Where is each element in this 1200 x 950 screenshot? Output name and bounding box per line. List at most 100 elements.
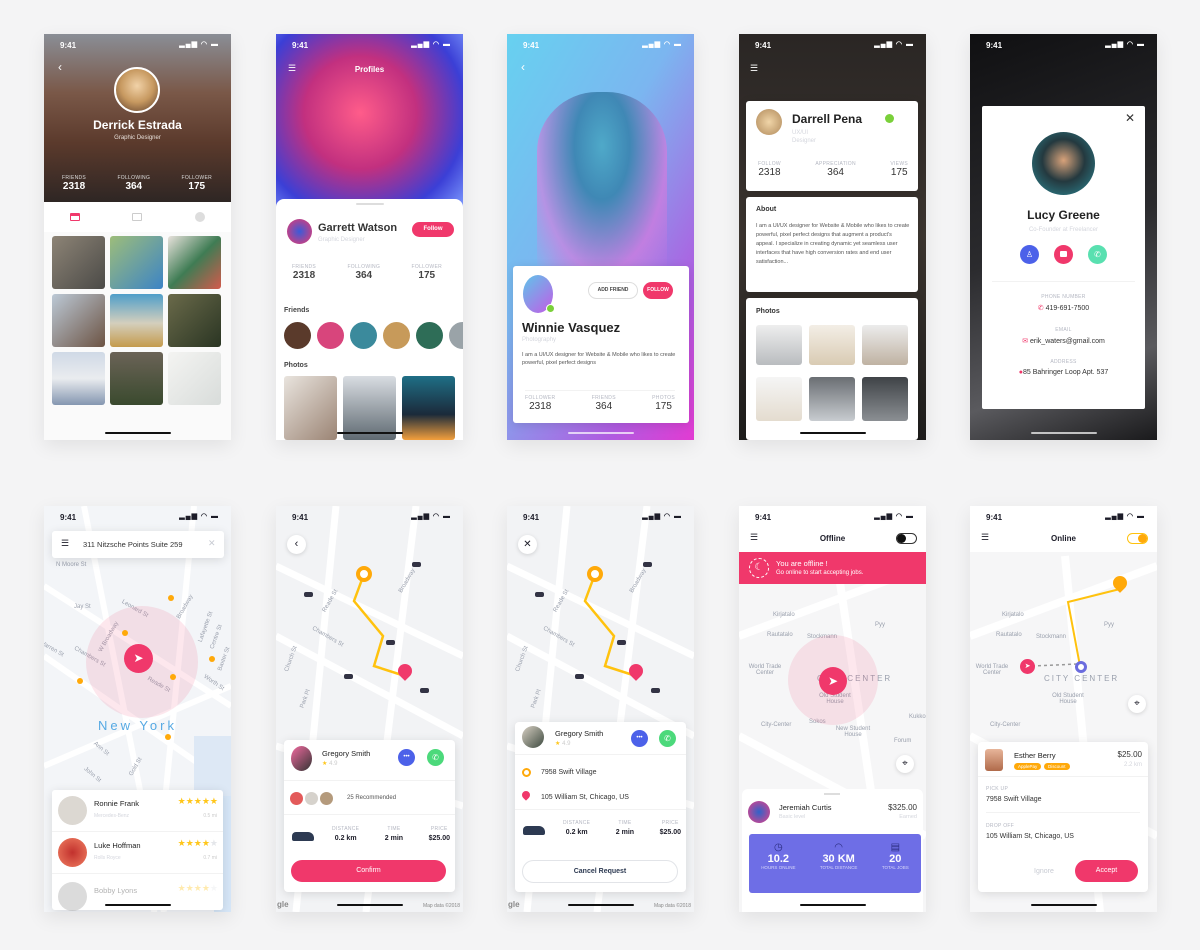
chat-button[interactable]: ••• — [398, 749, 415, 766]
back-button[interactable]: ‹ — [287, 535, 306, 554]
menu-icon[interactable]: ☰ — [61, 538, 69, 549]
photo[interactable] — [168, 294, 221, 347]
call-button[interactable]: ✆ — [427, 749, 444, 766]
navigation-arrow-icon[interactable]: ➤ — [124, 644, 153, 673]
driver-row[interactable]: Ronnie Frank Mercedes-Benz ★★★★★ 0.5 mi — [52, 790, 223, 832]
menu-icon[interactable]: ☰ — [750, 63, 758, 74]
pickup-marker[interactable] — [587, 566, 603, 582]
search-input[interactable]: 311 Nitzsche Points Suite 259 — [83, 540, 183, 549]
stat-value: 175 — [188, 181, 206, 192]
pickup-marker[interactable] — [356, 566, 372, 582]
photo[interactable] — [809, 377, 855, 421]
photo[interactable] — [110, 236, 163, 289]
google-logo: gle — [508, 900, 520, 909]
map-label: World Trade Center — [975, 664, 1009, 676]
photo[interactable] — [756, 377, 802, 421]
friend-avatar[interactable] — [383, 322, 410, 349]
photo[interactable] — [168, 236, 221, 289]
image-icon[interactable] — [132, 213, 143, 221]
photo[interactable] — [110, 352, 163, 405]
about-card: About I am a UI/UX designer for Website … — [746, 197, 918, 292]
calendar-icon[interactable] — [70, 213, 81, 221]
profile-name: Derrick Estrada — [93, 118, 182, 132]
play-icon[interactable] — [194, 212, 205, 222]
dropoff-address[interactable]: 105 William St, Chicago, US — [541, 794, 629, 801]
driver-marker[interactable] — [209, 656, 215, 662]
chat-button[interactable]: ••• — [631, 730, 648, 747]
ride-card: Gregory Smith ★ 4.9 ••• ✆ 7958 Swift Vil… — [515, 722, 686, 892]
photo[interactable] — [284, 376, 337, 440]
city-label: New York — [98, 718, 177, 733]
stat-value: 175 — [890, 167, 908, 178]
accept-button[interactable]: Accept — [1075, 860, 1138, 882]
screen-profile-darrell: 9:41 ▂▄▆ ◠ ▬ ☰ Darrell Pena UX/UI Designe… — [739, 34, 926, 440]
friend-avatar[interactable] — [284, 322, 311, 349]
close-icon[interactable]: ✕ — [1125, 111, 1135, 125]
recommender-avatar — [305, 792, 318, 805]
sheet-handle[interactable] — [356, 203, 384, 205]
photo[interactable] — [343, 376, 396, 440]
friend-avatar[interactable] — [416, 322, 443, 349]
pickup-address[interactable]: 7958 Swift Village — [541, 769, 597, 776]
stat-value: $25.00 — [659, 829, 681, 836]
call-button[interactable]: ✆ — [1088, 245, 1107, 264]
ignore-button[interactable]: Ignore — [1034, 868, 1054, 875]
photo[interactable] — [862, 377, 908, 421]
back-icon[interactable]: ‹ — [521, 60, 525, 74]
friend-avatar[interactable] — [317, 322, 344, 349]
earnings-sheet: Jeremiah Curtis Basic level $325.00 Earn… — [742, 789, 923, 912]
home-indicator — [104, 432, 171, 434]
photo[interactable] — [168, 352, 221, 405]
rider-marker[interactable]: ➤ — [1020, 659, 1035, 674]
locate-me-button[interactable]: ⌖ — [1128, 695, 1146, 713]
online-toggle[interactable] — [1127, 533, 1148, 544]
stats-row: FRIENDS 2318 FOLLOWING 364 FOLLOWER 175 — [292, 264, 442, 281]
photo[interactable] — [862, 325, 908, 365]
locate-me-button[interactable]: ⌖ — [896, 755, 914, 773]
recommender-avatar — [290, 792, 303, 805]
address-value[interactable]: ●85 Bahringer Loop Apt. 537 — [982, 369, 1145, 376]
close-button[interactable]: ✕ — [518, 535, 537, 554]
stat-follower: FOLLOWER 175 — [182, 175, 212, 192]
sheet-handle[interactable] — [824, 793, 840, 795]
phone-value[interactable]: ✆ 419-691-7500 — [982, 304, 1145, 312]
message-button[interactable] — [1054, 245, 1073, 264]
driver-marker[interactable] — [170, 674, 176, 680]
stat-label: DISTANCE — [563, 820, 591, 826]
online-toggle[interactable] — [896, 533, 917, 544]
cancel-request-button[interactable]: Cancel Request — [522, 860, 678, 883]
back-icon[interactable]: ‹ — [58, 60, 62, 74]
add-contact-button[interactable]: ♙ — [1020, 245, 1039, 264]
email-value[interactable]: ✉ erik_waters@gmail.com — [982, 337, 1145, 345]
stats-row: FOLLOW 2318 APPRECIATION 364 VIEWS 175 — [758, 161, 908, 178]
driver-marker[interactable] — [77, 678, 83, 684]
driver-marker[interactable] — [122, 630, 128, 636]
driver-marker[interactable] — [168, 595, 174, 601]
photo[interactable] — [809, 325, 855, 365]
driver-row[interactable]: Luke Hoffman Rolls Royce ★★★★★ 0.7 mi — [52, 832, 223, 874]
driver-marker[interactable] — [165, 734, 171, 740]
portrait-photo — [537, 92, 667, 272]
photo[interactable] — [52, 294, 105, 347]
photo[interactable] — [110, 294, 163, 347]
follow-button[interactable]: Follow — [412, 222, 454, 237]
photo[interactable] — [756, 325, 802, 365]
speedometer-icon: ◠ — [834, 842, 843, 853]
confirm-button[interactable]: Confirm — [291, 860, 446, 882]
driver-avatar — [522, 726, 544, 748]
photo[interactable] — [402, 376, 455, 440]
driver-name: Gregory Smith — [322, 749, 371, 758]
search-bar[interactable]: ☰ 311 Nitzsche Points Suite 259 ✕ — [52, 531, 224, 558]
friend-avatar[interactable] — [350, 322, 377, 349]
recommended-row: 25 Recommended — [284, 780, 455, 815]
photo[interactable] — [52, 352, 105, 405]
add-friend-button[interactable]: ADD FRIEND — [588, 282, 638, 299]
photo[interactable] — [52, 236, 105, 289]
navigation-arrow-icon[interactable]: ➤ — [819, 667, 847, 695]
call-button[interactable]: ✆ — [659, 730, 676, 747]
friend-avatar[interactable] — [449, 322, 463, 349]
clear-icon[interactable]: ✕ — [208, 538, 216, 549]
follow-button[interactable]: FOLLOW — [643, 282, 673, 299]
signal-wifi-battery-icon: ▂▄▆ ◠ ▬ — [1105, 41, 1145, 48]
car-icon — [643, 562, 652, 567]
